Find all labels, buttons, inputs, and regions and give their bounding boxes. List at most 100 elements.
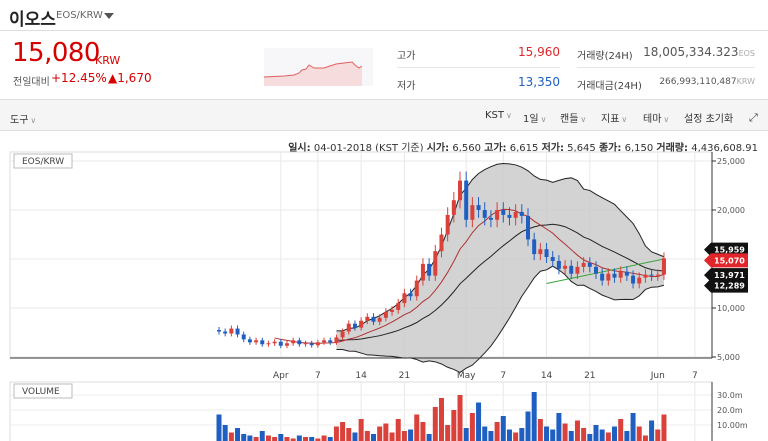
volume-bar bbox=[642, 435, 648, 441]
volume-bar bbox=[438, 398, 444, 441]
price-label: 15,959 bbox=[714, 246, 745, 255]
theme-menu[interactable]: 테마 ∨ bbox=[643, 110, 669, 125]
volume-bar bbox=[426, 434, 432, 441]
price-label: 12,289 bbox=[714, 282, 745, 291]
volume-bar bbox=[445, 425, 451, 441]
volume-bar bbox=[309, 437, 315, 441]
volume-tick-label: 10.00m bbox=[717, 421, 748, 430]
volume-bar bbox=[241, 434, 247, 441]
volume-bar bbox=[265, 435, 271, 441]
pair-selector[interactable]: EOS/KRW bbox=[56, 10, 103, 21]
volume-bar bbox=[389, 432, 395, 441]
volume-bar bbox=[228, 432, 234, 441]
chevron-down-icon: ∨ bbox=[540, 115, 547, 124]
reset-settings-button[interactable]: 설정 초기화 bbox=[684, 110, 733, 125]
candle bbox=[606, 273, 611, 281]
candle bbox=[217, 330, 221, 332]
y-tick-label: 25,000 bbox=[717, 157, 745, 166]
candle bbox=[260, 340, 265, 345]
candle bbox=[550, 257, 555, 261]
volume-bar bbox=[371, 434, 376, 441]
indicator-menu[interactable]: 지표 ∨ bbox=[601, 110, 627, 125]
change-amount: ▲1,670 bbox=[108, 71, 152, 85]
candle bbox=[445, 214, 450, 235]
volume-bar bbox=[556, 413, 562, 441]
volume-bar bbox=[253, 437, 259, 441]
volume-bar bbox=[494, 422, 500, 441]
candle bbox=[284, 343, 289, 346]
volume-bar bbox=[636, 426, 642, 441]
coin-name: 이오스 bbox=[9, 10, 56, 30]
volume-bar bbox=[296, 435, 302, 441]
x-tick-label: Jun bbox=[650, 371, 665, 381]
candle bbox=[427, 263, 432, 276]
chart-type-menu[interactable]: 캔들 ∨ bbox=[560, 110, 586, 125]
x-tick-label: Apr bbox=[273, 371, 289, 381]
volume-bar bbox=[506, 429, 512, 441]
volume-bar bbox=[278, 434, 284, 441]
candle bbox=[643, 274, 648, 278]
y-tick-label: 20,000 bbox=[717, 206, 745, 215]
volume-bar bbox=[531, 392, 537, 441]
candle bbox=[254, 340, 259, 343]
candle bbox=[600, 273, 605, 281]
fullscreen-icon[interactable]: ⤢ bbox=[749, 111, 758, 125]
tools-menu[interactable]: 도구 ∨ bbox=[10, 111, 36, 126]
volume-bar bbox=[587, 434, 593, 441]
volume-bar bbox=[408, 429, 414, 441]
volume-bar bbox=[272, 437, 278, 441]
change-percent: +12.45% bbox=[51, 71, 107, 85]
volume-bar bbox=[618, 419, 624, 441]
volume-bar bbox=[432, 407, 438, 441]
candle bbox=[587, 262, 592, 267]
candle bbox=[303, 343, 308, 345]
caret-down-icon[interactable] bbox=[104, 13, 114, 19]
volume-bar bbox=[303, 437, 309, 441]
candle bbox=[655, 274, 660, 276]
amount-label: 거래대금(24H) bbox=[577, 81, 642, 92]
candle bbox=[365, 316, 370, 321]
candle bbox=[544, 249, 549, 258]
volume-title: VOLUME bbox=[22, 387, 60, 397]
menu-label: 1일 bbox=[523, 114, 539, 125]
candle bbox=[637, 277, 642, 284]
candle bbox=[315, 342, 320, 346]
volume-bar bbox=[284, 437, 290, 441]
interval-menu[interactable]: 1일 ∨ bbox=[523, 110, 546, 125]
volume-bar bbox=[537, 419, 543, 441]
high-value: 15,960 bbox=[518, 45, 560, 59]
volume-bar bbox=[476, 402, 482, 441]
candle bbox=[346, 323, 351, 332]
volume-bar bbox=[593, 425, 599, 441]
volume-24h: 18,005,334.323EOS bbox=[643, 45, 755, 59]
candle bbox=[396, 303, 401, 310]
candle bbox=[488, 217, 493, 220]
candle bbox=[328, 340, 333, 343]
candle bbox=[593, 266, 598, 274]
candle bbox=[569, 265, 574, 274]
candle bbox=[476, 205, 481, 210]
candle bbox=[371, 316, 376, 322]
chevron-down-icon: ∨ bbox=[663, 115, 670, 124]
volume-bar bbox=[513, 432, 519, 441]
candle bbox=[501, 210, 506, 215]
volume-bar bbox=[352, 432, 358, 441]
volume-bar bbox=[568, 431, 574, 441]
volume-bar bbox=[401, 431, 407, 441]
volume-bar bbox=[612, 426, 618, 441]
amount-value: 266,993,110,487 bbox=[659, 77, 737, 87]
amount-24h: 266,993,110,487KRW bbox=[659, 77, 755, 87]
candle bbox=[408, 293, 413, 297]
volume-bar bbox=[605, 432, 611, 441]
chart-title: EOS/KRW bbox=[22, 157, 64, 167]
current-price: 15,080 bbox=[12, 38, 100, 68]
candle bbox=[402, 293, 407, 304]
candle bbox=[575, 266, 580, 274]
timezone-menu[interactable]: KST ∨ bbox=[485, 110, 512, 121]
volume-bar bbox=[661, 414, 667, 441]
menu-label: 지표 bbox=[601, 114, 620, 125]
volume-bar bbox=[500, 416, 506, 441]
volume-bar bbox=[624, 431, 630, 441]
candle bbox=[624, 271, 629, 276]
price-chart[interactable]: 25,00020,00015,00010,0005,000Apr71421May… bbox=[0, 150, 768, 441]
